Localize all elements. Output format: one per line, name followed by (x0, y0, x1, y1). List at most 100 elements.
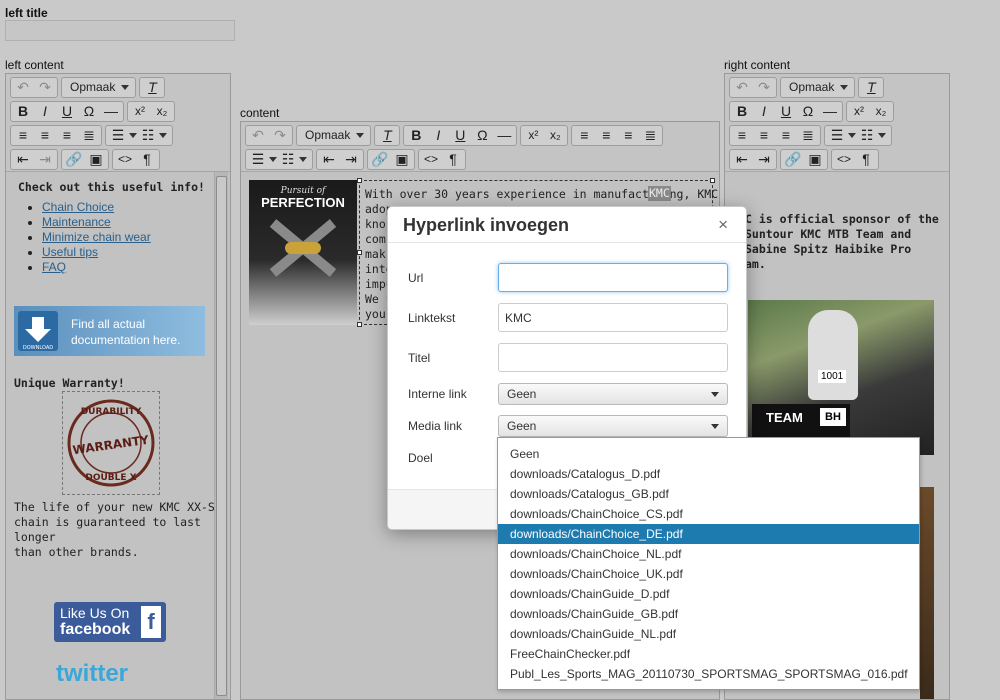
internal-link-select[interactable]: Geen (498, 383, 728, 405)
align-center-icon[interactable]: ≡ (34, 126, 56, 145)
twitter-logo[interactable]: twitter (56, 660, 128, 688)
subscript-icon[interactable]: x₂ (870, 102, 892, 121)
numbered-list-icon[interactable]: ☷ (277, 150, 299, 169)
media-option[interactable]: downloads/ChainChoice_NL.pdf (498, 544, 919, 564)
horizontal-rule-icon[interactable]: — (100, 102, 122, 121)
media-option[interactable]: downloads/ChainChoice_UK.pdf (498, 564, 919, 584)
align-left-icon[interactable]: ≡ (573, 126, 595, 145)
special-char-icon[interactable]: Ω (797, 102, 819, 121)
chevron-down-icon[interactable] (159, 132, 167, 138)
link-minimize-chain-wear[interactable]: Minimize chain wear (42, 230, 151, 244)
indent-icon[interactable]: ⇥ (34, 150, 56, 169)
paragraph-icon[interactable]: ¶ (442, 150, 464, 169)
url-input[interactable] (498, 263, 728, 292)
align-justify-icon[interactable]: ≣ (639, 126, 661, 145)
link-maintenance[interactable]: Maintenance (42, 215, 111, 229)
numbered-list-icon[interactable]: ☷ (856, 126, 878, 145)
documentation-banner[interactable]: DOWNLOAD Find all actual documentation h… (14, 306, 205, 356)
align-center-icon[interactable]: ≡ (595, 126, 617, 145)
media-link-select[interactable]: Geen (498, 415, 728, 437)
numbered-list-icon[interactable]: ☷ (137, 126, 159, 145)
link-icon[interactable]: 🔗 (782, 150, 804, 169)
underline-icon[interactable]: U (449, 126, 471, 145)
format-dropdown[interactable]: Opmaak (296, 124, 372, 146)
align-justify-icon[interactable]: ≣ (797, 126, 819, 145)
subscript-icon[interactable]: x₂ (151, 102, 173, 121)
italic-icon[interactable]: I (34, 102, 56, 121)
bold-icon[interactable]: B (405, 126, 427, 145)
superscript-icon[interactable]: x² (522, 126, 544, 145)
underline-icon[interactable]: U (775, 102, 797, 121)
media-option[interactable]: FreeChainChecker.pdf (498, 644, 919, 664)
left-title-input[interactable] (5, 20, 235, 41)
remove-format-icon[interactable]: T (860, 78, 882, 97)
superscript-icon[interactable]: x² (848, 102, 870, 121)
resize-handle[interactable] (710, 178, 715, 183)
link-chain-choice[interactable]: Chain Choice (42, 200, 114, 214)
media-option[interactable]: downloads/ChainChoice_DE.pdf (498, 524, 919, 544)
image-icon[interactable]: ▣ (804, 150, 826, 169)
resize-handle[interactable] (357, 250, 362, 255)
outdent-icon[interactable]: ⇤ (731, 150, 753, 169)
media-option[interactable]: Geen (498, 444, 919, 464)
left-scrollbar[interactable] (214, 172, 228, 699)
italic-icon[interactable]: I (753, 102, 775, 121)
facebook-button[interactable]: Like Us On facebook f (54, 602, 166, 642)
redo-icon[interactable]: ↷ (34, 78, 56, 97)
left-scrollbar-thumb[interactable] (216, 176, 227, 696)
media-option[interactable]: downloads/Catalogus_D.pdf (498, 464, 919, 484)
remove-format-icon[interactable]: T (376, 126, 398, 145)
bold-icon[interactable]: B (731, 102, 753, 121)
image-icon[interactable]: ▣ (391, 150, 413, 169)
resize-handle[interactable] (357, 178, 362, 183)
undo-icon[interactable]: ↶ (247, 126, 269, 145)
media-option[interactable]: downloads/Catalogus_GB.pdf (498, 484, 919, 504)
underline-icon[interactable]: U (56, 102, 78, 121)
media-option[interactable]: downloads/ChainChoice_CS.pdf (498, 504, 919, 524)
undo-icon[interactable]: ↶ (731, 78, 753, 97)
align-right-icon[interactable]: ≡ (56, 126, 78, 145)
outdent-icon[interactable]: ⇤ (12, 150, 34, 169)
outdent-icon[interactable]: ⇤ (318, 150, 340, 169)
linktext-input[interactable] (498, 303, 728, 332)
undo-icon[interactable]: ↶ (12, 78, 34, 97)
media-option[interactable]: downloads/ChainGuide_NL.pdf (498, 624, 919, 644)
bold-icon[interactable]: B (12, 102, 34, 121)
link-icon[interactable]: 🔗 (63, 150, 85, 169)
close-icon[interactable]: × (718, 215, 728, 235)
italic-icon[interactable]: I (427, 126, 449, 145)
paragraph-icon[interactable]: ¶ (855, 150, 877, 169)
bullet-list-icon[interactable]: ☰ (826, 126, 848, 145)
paragraph-icon[interactable]: ¶ (136, 150, 158, 169)
align-right-icon[interactable]: ≡ (775, 126, 797, 145)
chevron-down-icon[interactable] (848, 132, 856, 138)
format-dropdown[interactable]: Opmaak (61, 76, 137, 98)
bullet-list-icon[interactable]: ☰ (247, 150, 269, 169)
selected-word-highlight[interactable]: KMC (648, 186, 671, 201)
chevron-down-icon[interactable] (299, 156, 307, 162)
link-faq[interactable]: FAQ (42, 260, 66, 274)
source-code-icon[interactable]: <> (833, 150, 855, 169)
link-useful-tips[interactable]: Useful tips (42, 245, 98, 259)
chevron-down-icon[interactable] (878, 132, 886, 138)
source-code-icon[interactable]: <> (420, 150, 442, 169)
title-input[interactable] (498, 343, 728, 372)
bullet-list-icon[interactable]: ☰ (107, 126, 129, 145)
source-code-icon[interactable]: <> (114, 150, 136, 169)
special-char-icon[interactable]: Ω (78, 102, 100, 121)
align-left-icon[interactable]: ≡ (12, 126, 34, 145)
media-option[interactable]: downloads/ChainGuide_D.pdf (498, 584, 919, 604)
chevron-down-icon[interactable] (269, 156, 277, 162)
horizontal-rule-icon[interactable]: — (493, 126, 515, 145)
indent-icon[interactable]: ⇥ (753, 150, 775, 169)
align-center-icon[interactable]: ≡ (753, 126, 775, 145)
media-option[interactable]: Publ_Les_Sports_MAG_20110730_SPORTSMAG_S… (498, 664, 919, 684)
resize-handle[interactable] (357, 322, 362, 327)
indent-icon[interactable]: ⇥ (340, 150, 362, 169)
align-justify-icon[interactable]: ≣ (78, 126, 100, 145)
horizontal-rule-icon[interactable]: — (819, 102, 841, 121)
left-edit-area[interactable]: Check out this useful info! Chain Choice… (6, 172, 230, 699)
remove-format-icon[interactable]: T (141, 78, 163, 97)
redo-icon[interactable]: ↷ (269, 126, 291, 145)
format-dropdown[interactable]: Opmaak (780, 76, 856, 98)
